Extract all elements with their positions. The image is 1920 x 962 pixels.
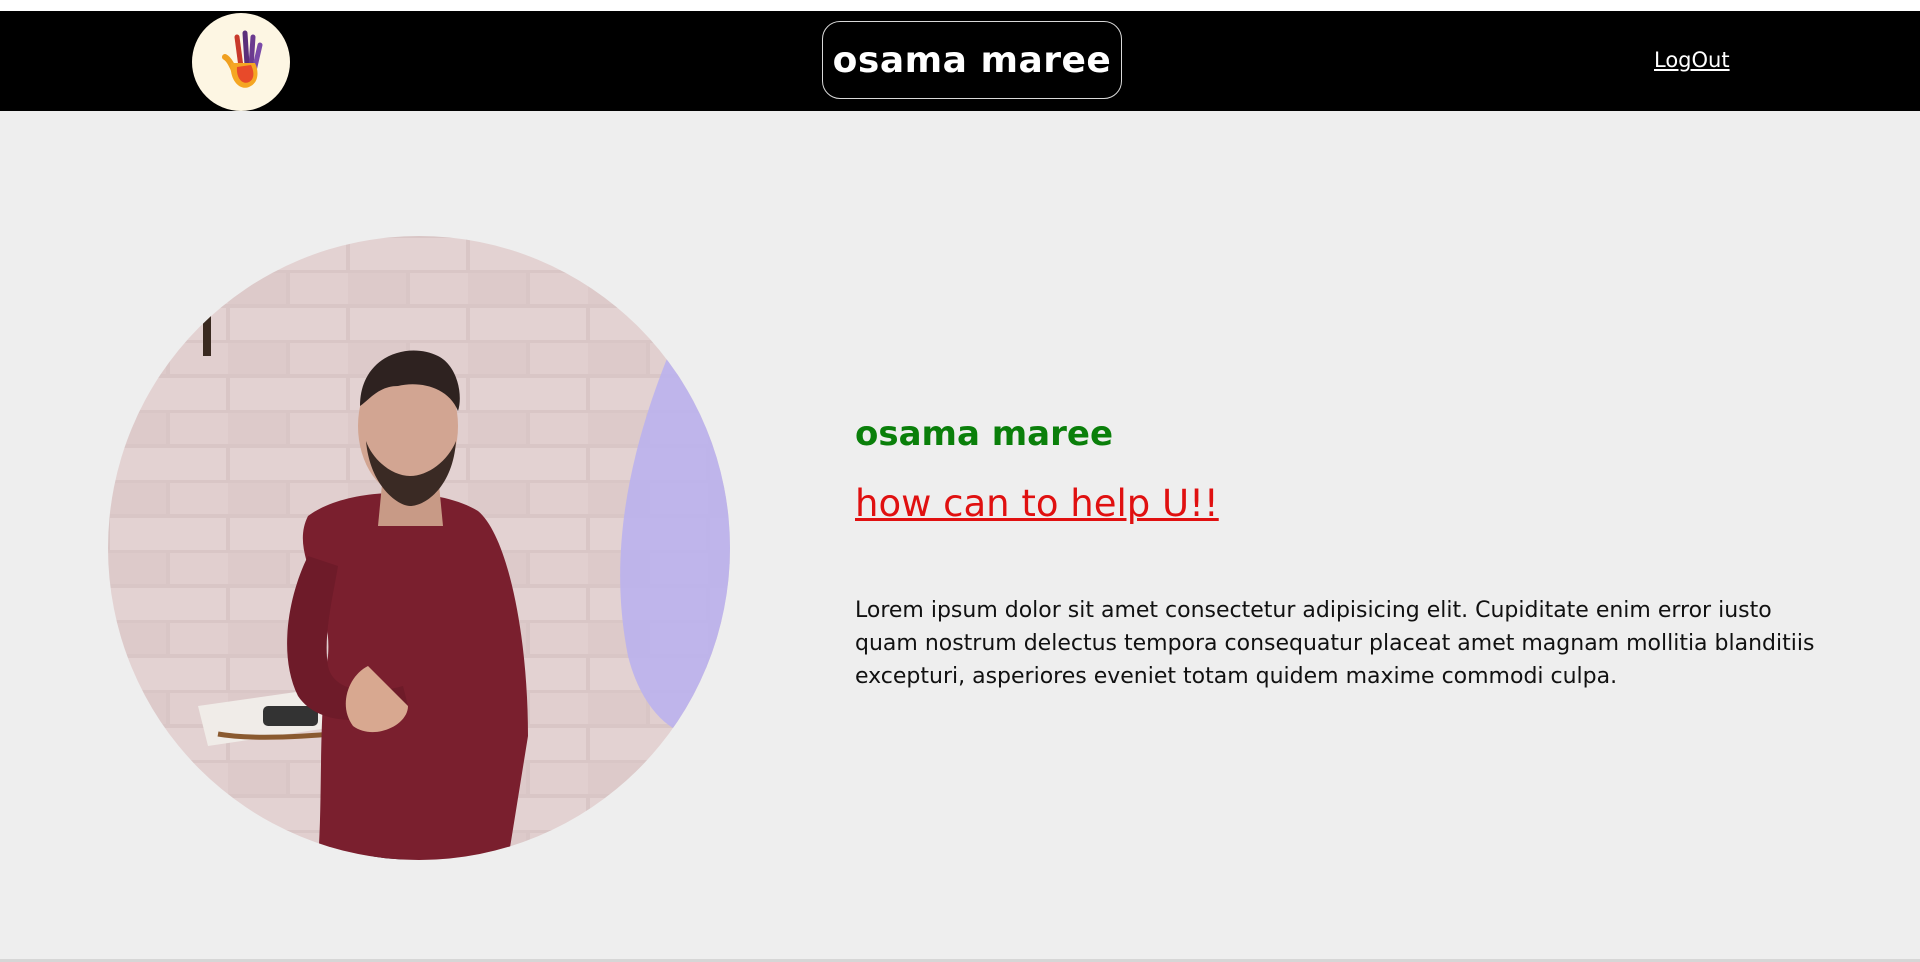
- profile-name: osama maree: [855, 414, 1114, 454]
- hand-logo-graphic: [222, 30, 263, 88]
- profile-photo: [108, 236, 730, 860]
- top-strip: [0, 0, 1920, 11]
- help-link[interactable]: how can to help U!!: [855, 478, 1219, 530]
- logout-link[interactable]: LogOut: [1654, 48, 1730, 72]
- profile-info: osama maree how can to help U!! Lorem ip…: [855, 408, 1825, 715]
- brand-title[interactable]: osama maree: [822, 21, 1122, 99]
- hand-logo-icon[interactable]: [192, 13, 290, 111]
- navbar: osama maree LogOut: [0, 11, 1920, 111]
- profile-description: Lorem ipsum dolor sit amet consectetur a…: [855, 598, 1815, 689]
